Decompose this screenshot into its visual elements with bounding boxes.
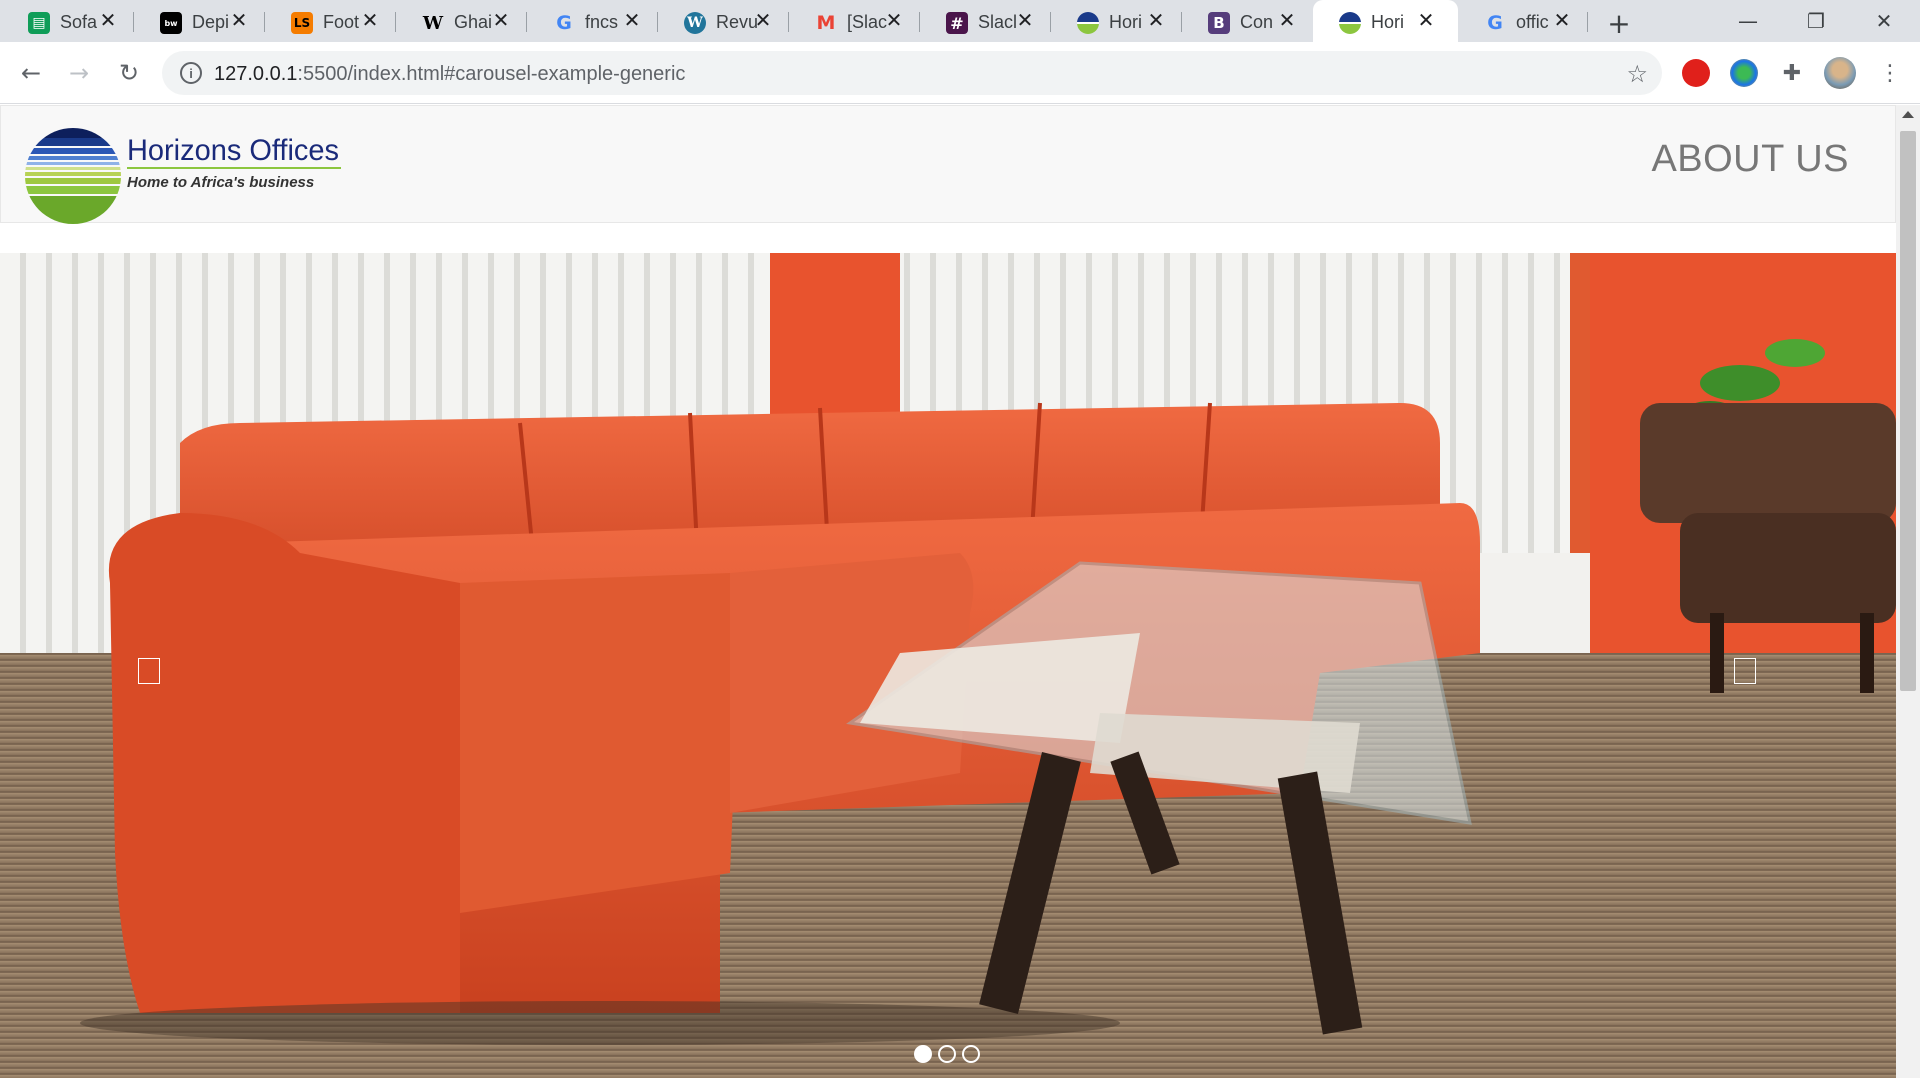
close-window-button[interactable]: ✕ [1850, 0, 1918, 42]
bookmark-star-icon[interactable]: ☆ [1626, 60, 1648, 88]
scroll-up-arrow[interactable] [1902, 111, 1914, 118]
close-tab-icon[interactable]: ✕ [489, 8, 513, 32]
browser-tab[interactable]: ▤ Sofa ✕ [2, 0, 134, 42]
gmail-icon: M [816, 12, 836, 34]
horizons-offices-logo[interactable]: Horizons Offices Home to Africa's busine… [25, 126, 345, 226]
close-tab-icon[interactable]: ✕ [1013, 8, 1037, 32]
reload-button[interactable]: ↻ [112, 56, 146, 90]
close-tab-icon[interactable]: ✕ [1275, 8, 1299, 32]
browser-tab[interactable]: bw Depi ✕ [134, 0, 265, 42]
carousel-indicator-2[interactable] [938, 1045, 956, 1063]
avatar[interactable] [1824, 57, 1856, 89]
minimize-window-button[interactable]: — [1714, 0, 1782, 42]
slack-icon: # [946, 12, 968, 34]
browser-tab-active[interactable]: Hori ✕ [1313, 0, 1458, 42]
page-viewport: Horizons Offices Home to Africa's busine… [0, 105, 1896, 1078]
close-tab-icon[interactable]: ✕ [882, 8, 906, 32]
browser-tab[interactable]: B Con ✕ [1182, 0, 1313, 42]
carousel-indicator-3[interactable] [962, 1045, 980, 1063]
back-button[interactable]: ← [14, 56, 48, 90]
close-tab-icon[interactable]: ✕ [227, 8, 251, 32]
new-tab-button[interactable]: + [1604, 7, 1634, 40]
browser-tab[interactable]: LS Foot ✕ [265, 0, 396, 42]
about-us-link[interactable]: ABOUT US [1651, 138, 1849, 181]
bootstrap-icon: B [1208, 12, 1230, 34]
carousel-next-control[interactable] [1734, 658, 1756, 684]
logo-title: Horizons Offices [127, 134, 339, 167]
scrollbar-thumb[interactable] [1900, 131, 1916, 691]
address-bar[interactable]: i 127.0.0.1:5500/index.html#carousel-exa… [162, 51, 1662, 95]
browser-tab[interactable]: Hori ✕ [1051, 0, 1182, 42]
restore-window-button[interactable]: ❐ [1782, 0, 1850, 42]
sheets-icon: ▤ [28, 12, 50, 34]
close-tab-icon[interactable]: ✕ [96, 8, 120, 32]
page-scrollbar[interactable] [1896, 105, 1920, 1078]
browser-tab[interactable]: G offic ✕ [1458, 0, 1588, 42]
close-tab-icon[interactable]: ✕ [1550, 8, 1574, 32]
logo-tagline: Home to Africa's business [127, 174, 314, 191]
tab-title: Hori [1371, 12, 1405, 32]
livescore-icon: LS [291, 12, 313, 34]
vpn-extension-icon[interactable] [1730, 59, 1758, 87]
carousel [0, 253, 1896, 1078]
close-tab-icon[interactable]: ✕ [620, 8, 644, 32]
browser-toolbar: ← → ↻ i 127.0.0.1:5500/index.html#carous… [0, 42, 1920, 104]
puzzle-extensions-icon[interactable]: ✚ [1778, 59, 1806, 87]
close-tab-icon[interactable]: ✕ [358, 8, 382, 32]
browser-menu-icon[interactable]: ⋮ [1876, 59, 1904, 87]
browser-tab[interactable]: M [Slac ✕ [789, 0, 920, 42]
wikipedia-icon: W [422, 12, 444, 34]
horizons-icon [1077, 12, 1099, 34]
site-navbar: Horizons Offices Home to Africa's busine… [0, 105, 1896, 226]
url-path: :5500/index.html#carousel-example-generi… [297, 63, 686, 85]
horizons-icon [1339, 12, 1361, 34]
close-tab-icon[interactable]: ✕ [751, 8, 775, 32]
close-tab-icon[interactable]: ✕ [1144, 8, 1168, 32]
betway-icon: bw [160, 12, 182, 34]
google-icon: G [556, 12, 572, 34]
opera-extension-icon[interactable] [1682, 59, 1710, 87]
browser-tab[interactable]: W Revu ✕ [658, 0, 789, 42]
forward-button[interactable]: → [62, 56, 96, 90]
browser-tab[interactable]: W Ghai ✕ [396, 0, 527, 42]
google-icon: G [1487, 12, 1503, 34]
carousel-slide-image [0, 253, 1896, 1078]
browser-tab-strip: ▤ Sofa ✕ bw Depi ✕ LS Foot ✕ W Ghai ✕ G … [0, 0, 1920, 42]
carousel-prev-control[interactable] [138, 658, 160, 684]
url-host: 127.0.0.1 [214, 63, 298, 85]
carousel-indicators [914, 1045, 980, 1063]
url-text[interactable]: 127.0.0.1:5500/index.html#carousel-examp… [214, 63, 685, 86]
close-tab-icon[interactable]: ✕ [1414, 8, 1438, 32]
browser-tab[interactable]: # Slacl ✕ [920, 0, 1051, 42]
browser-tab[interactable]: G fncs ✕ [527, 0, 658, 42]
site-info-icon[interactable]: i [180, 62, 202, 84]
wordpress-icon: W [684, 12, 706, 34]
carousel-indicator-1[interactable] [914, 1045, 932, 1063]
